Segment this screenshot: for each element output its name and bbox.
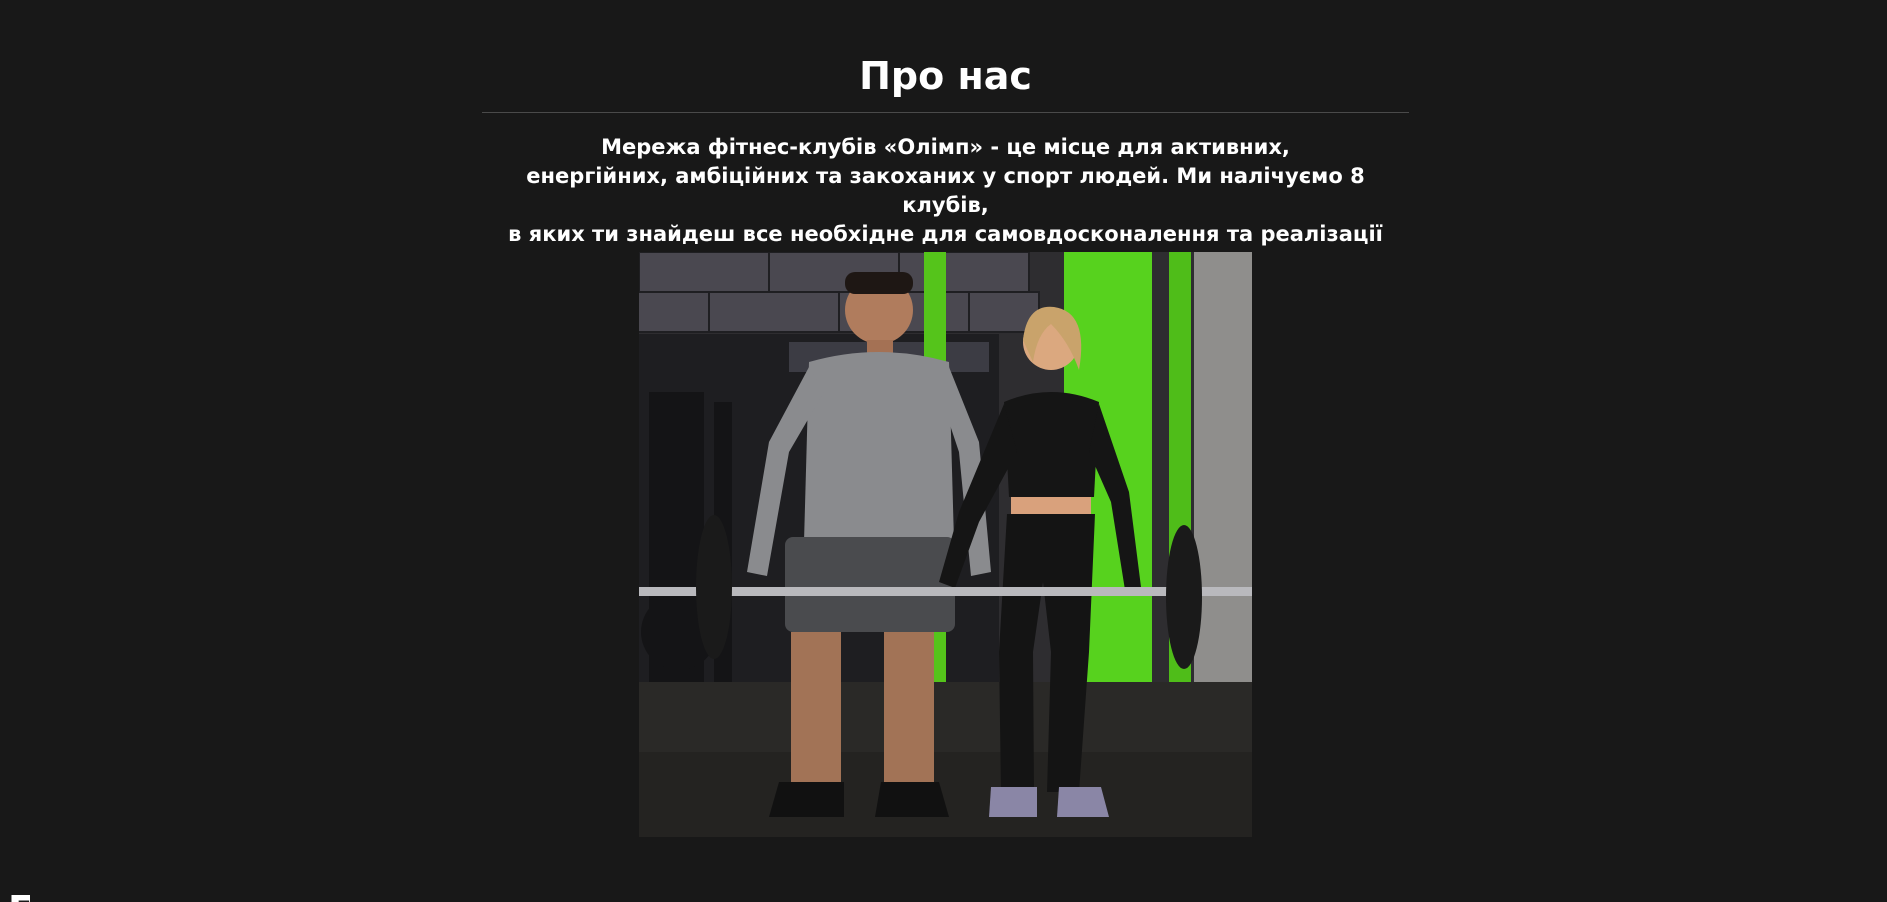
- gym-couple-photo: [639, 252, 1252, 837]
- title-divider: [482, 112, 1409, 113]
- about-photo: [639, 252, 1252, 837]
- next-section-heading-glyph: П: [8, 888, 30, 902]
- about-description-line: енергійних, амбіційних та закоханих у сп…: [526, 164, 1365, 217]
- about-title: Про нас: [859, 54, 1032, 98]
- about-description-line: Мережа фітнес-клубів «Олімп» - це місце …: [601, 135, 1290, 159]
- page: Про нас Мережа фітнес-клубів «Олімп» - ц…: [0, 0, 1887, 902]
- next-section-heading-fragment: П: [8, 888, 30, 902]
